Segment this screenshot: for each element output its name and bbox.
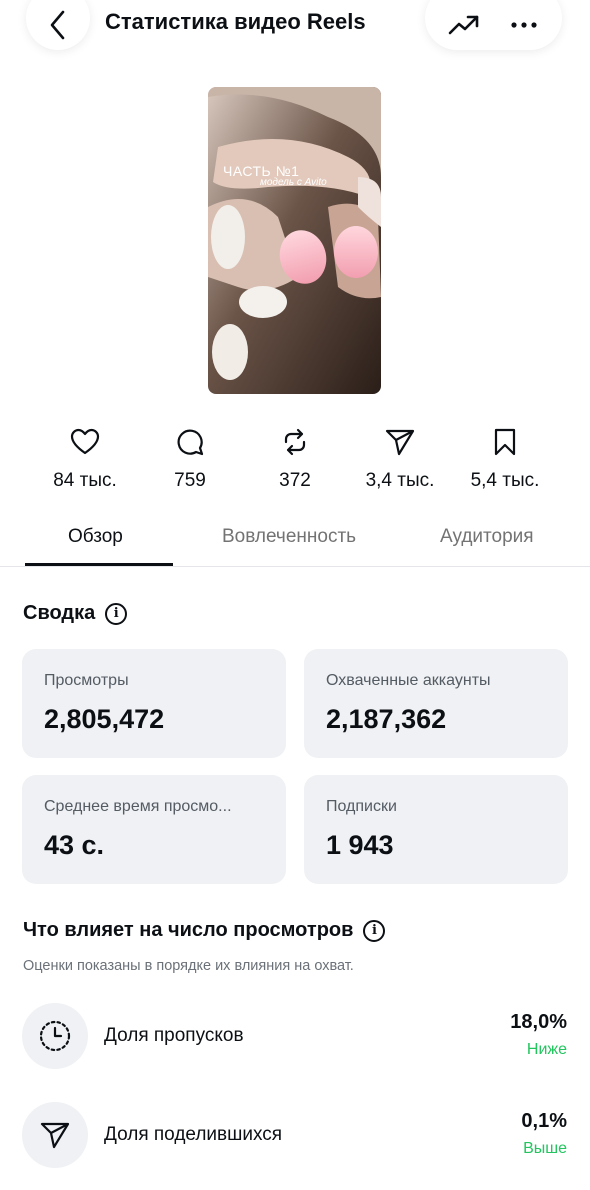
skip-rate-value: 18,0% [510,1011,567,1033]
page-title: Статистика видео Reels [105,9,366,34]
follows-label: Подписки [326,798,397,815]
reach-card[interactable]: Охваченные аккаунты 2,187,362 [304,649,568,758]
reposts-count: 372 [279,470,311,491]
reposts-stat: 372 [240,428,350,492]
summary-title: Сводка [23,602,96,624]
saves-count: 5,4 тыс. [470,470,540,491]
reach-label: Охваченные аккаунты [326,672,491,689]
share-rate-label: Доля поделившихся [104,1124,283,1145]
active-tab-indicator [25,563,173,566]
more-options-button[interactable] [494,0,554,50]
trending-button[interactable] [434,0,494,50]
factor-share-rate[interactable]: Доля поделившихся 0,1% Выше [0,1102,590,1168]
info-icon[interactable]: i [105,602,128,625]
skip-rate-label: Доля пропусков [104,1025,244,1046]
reach-value: 2,187,362 [326,704,447,734]
tab-overview[interactable]: Обзор [68,526,123,548]
top-bar: Статистика видео Reels [0,0,590,60]
more-horizontal-icon [510,22,537,28]
share-rate-icon-wrap [22,1102,88,1168]
skip-rate-trend: Ниже [526,1041,567,1058]
tab-engagement[interactable]: Вовлеченность [222,526,356,548]
heart-icon [70,428,100,455]
views-card[interactable]: Просмотры 2,805,472 [22,649,286,758]
summary-header: Сводка i [23,602,128,625]
chevron-left-icon [50,10,65,40]
saves-stat: 5,4 тыс. [450,428,560,492]
share-rate-value: 0,1% [521,1110,567,1132]
views-value: 2,805,472 [44,704,165,734]
likes-stat: 84 тыс. [30,428,140,492]
video-preview-image [208,87,381,394]
share-icon [40,1122,70,1149]
shares-stat: 3,4 тыс. [345,428,455,492]
share-rate-trend: Выше [523,1140,567,1157]
likes-count: 84 тыс. [53,470,117,491]
skip-rate-icon-wrap [22,1003,88,1069]
comment-icon [177,429,204,456]
factor-skip-rate[interactable]: Доля пропусков 18,0% Ниже [0,1003,590,1069]
tab-bar: Обзор Вовлеченность Аудитория [0,518,590,567]
send-icon [385,429,415,456]
avg-watch-time-value: 43 с. [44,830,105,860]
trending-up-icon [448,15,478,35]
bookmark-icon [494,428,516,456]
factors-header: Что влияет на число просмотров i [23,919,386,942]
shares-count: 3,4 тыс. [365,470,435,491]
follows-value: 1 943 [326,830,394,860]
factors-subtitle: Оценки показаны в порядке их влияния на … [23,958,354,974]
views-label: Просмотры [44,672,129,689]
follows-card[interactable]: Подписки 1 943 [304,775,568,884]
video-thumbnail[interactable]: ЧАСТЬ №1 модель с Avito [208,87,381,394]
factors-title: Что влияет на число просмотров [23,919,354,941]
header-actions [425,0,562,50]
tab-audience[interactable]: Аудитория [440,526,534,548]
info-icon[interactable]: i [363,919,386,942]
video-caption-subtitle: модель с Avito [260,177,327,188]
back-button[interactable] [26,0,90,50]
skip-rate-icon [39,1020,71,1052]
avg-watch-time-card[interactable]: Среднее время просмо... 43 с. [22,775,286,884]
repost-icon [284,428,306,456]
avg-watch-time-label: Среднее время просмо... [44,798,232,815]
comments-stat: 759 [135,428,245,492]
comments-count: 759 [174,470,206,491]
